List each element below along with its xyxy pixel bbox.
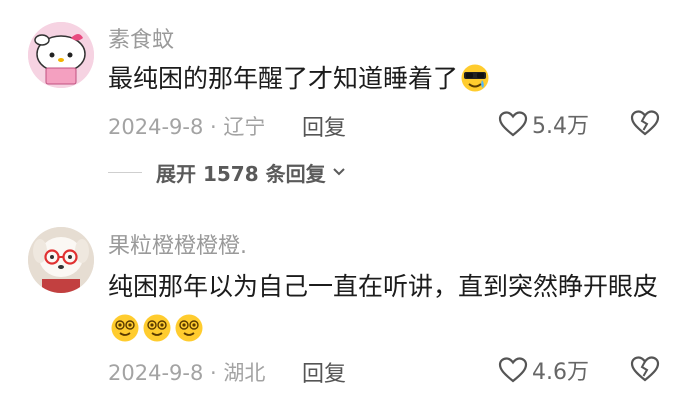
username[interactable]: 果粒橙橙橙橙.	[108, 228, 247, 260]
comment-text-body: 最纯困的那年醒了才知道睡着了	[108, 64, 459, 93]
like-button[interactable]: 5.4万	[498, 107, 589, 141]
like-count: 5.4万	[532, 114, 589, 139]
avatar[interactable]	[28, 227, 94, 293]
comment-meta: 2024-9-8 · 湖北 回复 4.6万	[108, 353, 668, 387]
broken-heart-icon	[630, 356, 660, 382]
dislike-button[interactable]	[630, 109, 660, 142]
comment-text: 纯困那年以为自己一直在听讲，直到突然睁开眼皮	[108, 266, 668, 356]
avatar[interactable]	[28, 22, 94, 88]
heart-outline-icon	[498, 357, 528, 383]
reply-button[interactable]: 回复	[302, 110, 346, 142]
comment-text-body: 纯困那年以为自己一直在听讲，直到突然睁开眼皮	[108, 272, 659, 301]
chevron-down-icon	[332, 168, 345, 176]
dizzy-face-emoji-icon	[142, 313, 172, 356]
dizzy-face-emoji-icon	[110, 313, 140, 356]
comment-meta: 2024-9-8 · 辽宁 回复 5.4万	[108, 107, 668, 141]
reply-button[interactable]: 回复	[302, 356, 346, 388]
comment-item: 素食蚊 最纯困的那年醒了才知道睡着了 2024-9-8 · 辽宁 回复 5.4万…	[0, 0, 690, 200]
comment-text: 最纯困的那年醒了才知道睡着了	[108, 58, 668, 106]
date-location: 2024-9-8 · 湖北	[108, 361, 266, 385]
dislike-button[interactable]	[630, 355, 660, 388]
dizzy-face-emoji-icon	[174, 313, 204, 356]
comment-item: 果粒橙橙橙橙. 纯困那年以为自己一直在听讲，直到突然睁开眼皮 2024-9-8 …	[0, 220, 690, 400]
like-count: 4.6万	[532, 360, 589, 385]
crying-sunglasses-emoji-icon	[460, 63, 490, 106]
date-location: 2024-9-8 · 辽宁	[108, 115, 266, 139]
expand-replies-label: 展开 1578 条回复	[156, 161, 326, 186]
like-button[interactable]: 4.6万	[498, 353, 589, 387]
comment-list: 素食蚊 最纯困的那年醒了才知道睡着了 2024-9-8 · 辽宁 回复 5.4万…	[0, 0, 690, 400]
divider-line	[108, 171, 142, 173]
username[interactable]: 素食蚊	[108, 22, 174, 54]
expand-replies-button[interactable]: 展开 1578 条回复	[108, 160, 346, 186]
broken-heart-icon	[630, 110, 660, 136]
heart-outline-icon	[498, 111, 528, 137]
